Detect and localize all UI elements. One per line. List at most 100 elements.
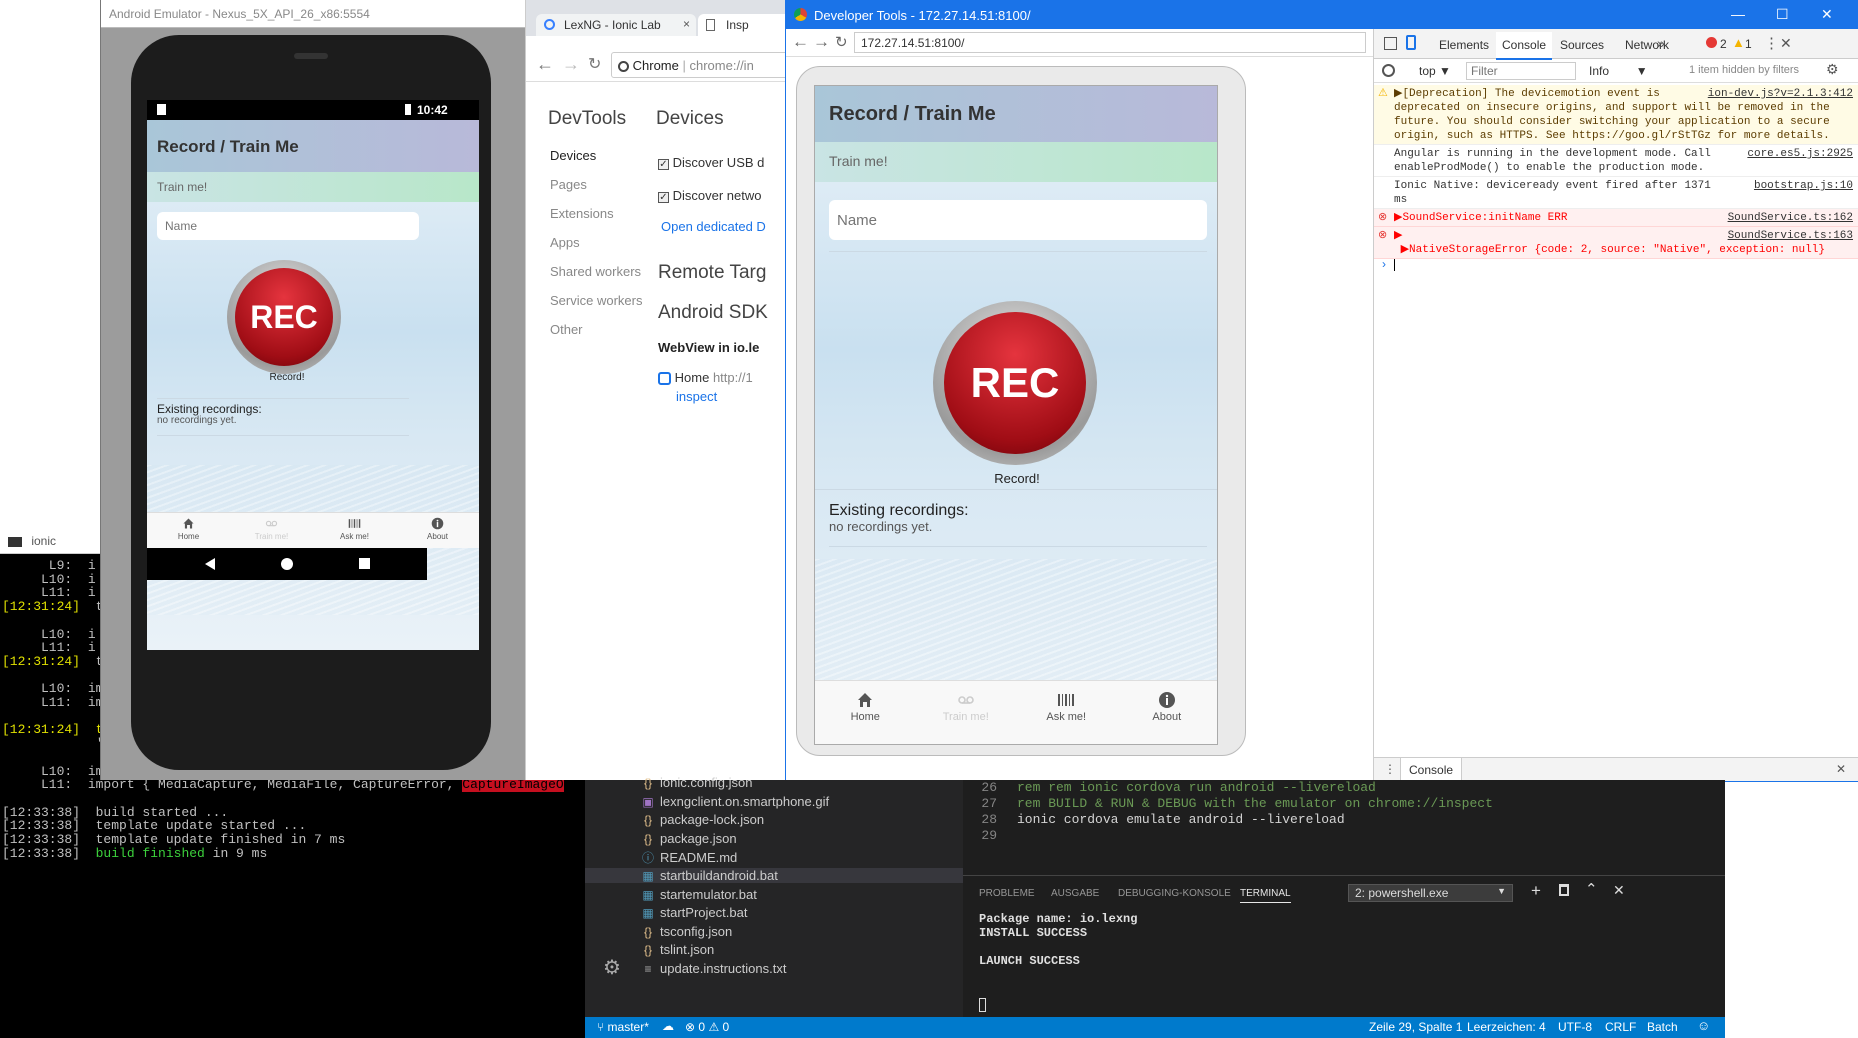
close-devtools-icon[interactable]: ✕ bbox=[1780, 35, 1792, 52]
record-button[interactable]: REC bbox=[933, 301, 1097, 465]
problems-indicator[interactable]: ⊗ 0 ⚠ 0 bbox=[685, 1020, 729, 1034]
name-input[interactable] bbox=[157, 212, 419, 240]
git-branch[interactable]: ⑂ master* bbox=[597, 1020, 649, 1034]
console-source-link[interactable]: bootstrap.js:10 bbox=[1754, 179, 1853, 193]
trash-icon[interactable] bbox=[1559, 884, 1569, 896]
close-window-icon[interactable]: ✕ bbox=[1821, 6, 1833, 23]
back-arrow-icon[interactable]: ← bbox=[536, 54, 554, 75]
file-item[interactable]: ▣ lexngclient.on.smartphone.gif bbox=[640, 794, 829, 809]
chrome-tab-inspect[interactable]: Insp bbox=[698, 14, 798, 36]
console-source-link[interactable]: SoundService.ts:163 bbox=[1728, 229, 1853, 243]
discover-usb-option[interactable]: ✓ Discover USB d bbox=[658, 155, 764, 170]
inspected-url[interactable]: 172.27.14.51:8100/ bbox=[854, 32, 1366, 53]
file-item[interactable]: ▦ startbuildandroid.bat bbox=[585, 868, 963, 883]
sidebar-item-extensions[interactable]: Extensions bbox=[550, 206, 614, 221]
file-item[interactable]: ≡ update.instructions.txt bbox=[640, 961, 786, 976]
tab-home[interactable]: Home bbox=[815, 681, 916, 744]
console-filter-input[interactable] bbox=[1466, 62, 1576, 80]
panel-tab-ausgabe[interactable]: AUSGABE bbox=[1051, 888, 1099, 899]
log-level-selector[interactable]: Info ▼ bbox=[1589, 64, 1648, 78]
devtools-window[interactable]: Developer Tools - 172.27.14.51:8100/ — ☐… bbox=[785, 0, 1858, 782]
tab-elements[interactable]: Elements bbox=[1439, 38, 1489, 52]
file-item[interactable]: {} ionic.config.json bbox=[640, 775, 753, 790]
tab-ask-me[interactable]: Ask me! bbox=[313, 513, 396, 548]
indentation[interactable]: Leerzeichen: 4 bbox=[1467, 1020, 1546, 1034]
sidebar-item-pages[interactable]: Pages bbox=[550, 177, 587, 192]
context-selector[interactable]: top ▼ bbox=[1419, 64, 1451, 78]
close-icon[interactable]: × bbox=[683, 17, 690, 31]
encoding[interactable]: UTF-8 bbox=[1558, 1020, 1592, 1034]
close-drawer-icon[interactable]: ✕ bbox=[1836, 762, 1846, 776]
tab-about[interactable]: About bbox=[1117, 681, 1218, 744]
drawer-console-tab[interactable]: Console bbox=[1400, 758, 1463, 782]
file-item[interactable]: ▦ startProject.bat bbox=[640, 905, 747, 920]
drawer-menu-icon[interactable]: ⋮ bbox=[1384, 762, 1396, 776]
file-item[interactable]: {} package.json bbox=[640, 831, 737, 846]
new-terminal-icon[interactable]: + bbox=[1531, 881, 1541, 901]
sidebar-item-devices[interactable]: Devices bbox=[550, 148, 596, 163]
console-source-link[interactable]: SoundService.ts:162 bbox=[1728, 211, 1853, 225]
inspect-element-icon[interactable] bbox=[1384, 37, 1397, 50]
panel-tab-terminal[interactable]: TERMINAL bbox=[1240, 888, 1291, 903]
sidebar-item-service-workers[interactable]: Service workers bbox=[550, 293, 642, 308]
clear-console-icon[interactable] bbox=[1382, 64, 1395, 77]
sidebar-item-shared-workers[interactable]: Shared workers bbox=[550, 264, 641, 279]
file-item[interactable]: {} package-lock.json bbox=[640, 812, 764, 827]
sync-icon[interactable]: ☁ bbox=[662, 1019, 674, 1033]
console-source-link[interactable]: core.es5.js:2925 bbox=[1747, 147, 1853, 161]
android-emulator-window[interactable]: Android Emulator - Nexus_5X_API_26_x86:5… bbox=[100, 0, 525, 780]
tab-about[interactable]: About bbox=[396, 513, 479, 548]
tab-train-me[interactable]: Train me! bbox=[916, 681, 1017, 744]
checkbox-checked-icon[interactable]: ✓ bbox=[658, 159, 669, 170]
device-toolbar-icon[interactable] bbox=[1406, 35, 1416, 50]
record-button[interactable]: REC bbox=[227, 260, 341, 374]
console-prompt[interactable]: › bbox=[1382, 257, 1395, 271]
name-input[interactable] bbox=[829, 200, 1207, 240]
tab-sources[interactable]: Sources bbox=[1560, 38, 1604, 52]
settings-gear-icon[interactable]: ⚙ bbox=[603, 955, 621, 980]
maximize-icon[interactable]: ☐ bbox=[1776, 6, 1789, 23]
open-dedicated-link[interactable]: Open dedicated D bbox=[661, 219, 766, 234]
more-tabs-icon[interactable]: » bbox=[1657, 35, 1665, 51]
maximize-panel-icon[interactable]: ⌃ bbox=[1585, 880, 1598, 898]
chrome-tab-lexng[interactable]: LexNG - Ionic Lab × bbox=[536, 14, 696, 36]
kebab-menu-icon[interactable]: ⋮ bbox=[1764, 34, 1779, 52]
forward-arrow-icon[interactable]: → bbox=[562, 54, 580, 75]
reload-icon[interactable]: ↻ bbox=[835, 33, 848, 51]
chrome-inspect-window[interactable]: LexNG - Ionic Lab × Insp ← → ↻ Chrome | … bbox=[525, 0, 811, 780]
file-item[interactable]: ⓘ README.md bbox=[640, 849, 737, 866]
console-source-link[interactable]: ion-dev.js?v=2.1.3:412 bbox=[1708, 87, 1853, 101]
feedback-smiley-icon[interactable]: ☺ bbox=[1697, 1018, 1710, 1033]
close-panel-icon[interactable]: ✕ bbox=[1613, 882, 1625, 899]
recents-nav-icon[interactable] bbox=[359, 558, 370, 569]
inspect-link[interactable]: inspect bbox=[676, 389, 717, 404]
panel-tab-debugging-konsole[interactable]: DEBUGGING-KONSOLE bbox=[1118, 888, 1231, 899]
sidebar-item-apps[interactable]: Apps bbox=[550, 235, 580, 250]
page-target-icon bbox=[658, 372, 671, 386]
file-item[interactable]: {} tsconfig.json bbox=[640, 924, 732, 939]
tab-console[interactable]: Console bbox=[1496, 32, 1553, 60]
code-editor[interactable]: 26 rem rem ionic cordova run android --li… bbox=[963, 780, 1725, 875]
discover-network-option[interactable]: ✓ Discover netwo bbox=[658, 188, 762, 203]
terminal-select[interactable]: 2: powershell.exe ▼ bbox=[1348, 884, 1513, 902]
tab-ask-me[interactable]: Ask me! bbox=[1016, 681, 1117, 744]
sidebar-item-other[interactable]: Other bbox=[550, 322, 583, 337]
vscode-window[interactable]: ⚙ {} ionic.config.json ▣ lexngclient.on.sma… bbox=[585, 775, 1725, 1038]
checkbox-checked-icon[interactable]: ✓ bbox=[658, 192, 669, 203]
panel-tab-probleme[interactable]: PROBLEME bbox=[979, 888, 1035, 899]
file-item[interactable]: {} tslint.json bbox=[640, 942, 714, 957]
home-nav-icon[interactable] bbox=[281, 558, 293, 570]
gear-icon[interactable]: ⚙ bbox=[1826, 61, 1839, 78]
tab-home[interactable]: Home bbox=[147, 513, 230, 548]
forward-arrow-icon[interactable]: → bbox=[813, 32, 830, 52]
minimize-icon[interactable]: — bbox=[1731, 6, 1745, 22]
back-arrow-icon[interactable]: ← bbox=[792, 32, 809, 52]
cursor-position[interactable]: Zeile 29, Spalte 1 bbox=[1369, 1020, 1462, 1034]
file-item[interactable]: ▦ startemulator.bat bbox=[640, 887, 757, 902]
language-mode[interactable]: Batch bbox=[1647, 1020, 1678, 1034]
reload-icon[interactable]: ↻ bbox=[588, 54, 601, 74]
chrome-omnibox[interactable]: Chrome | chrome://in bbox=[611, 52, 811, 78]
back-nav-icon[interactable] bbox=[205, 558, 215, 570]
end-of-line[interactable]: CRLF bbox=[1605, 1020, 1636, 1034]
tab-train-me[interactable]: Train me! bbox=[230, 513, 313, 548]
